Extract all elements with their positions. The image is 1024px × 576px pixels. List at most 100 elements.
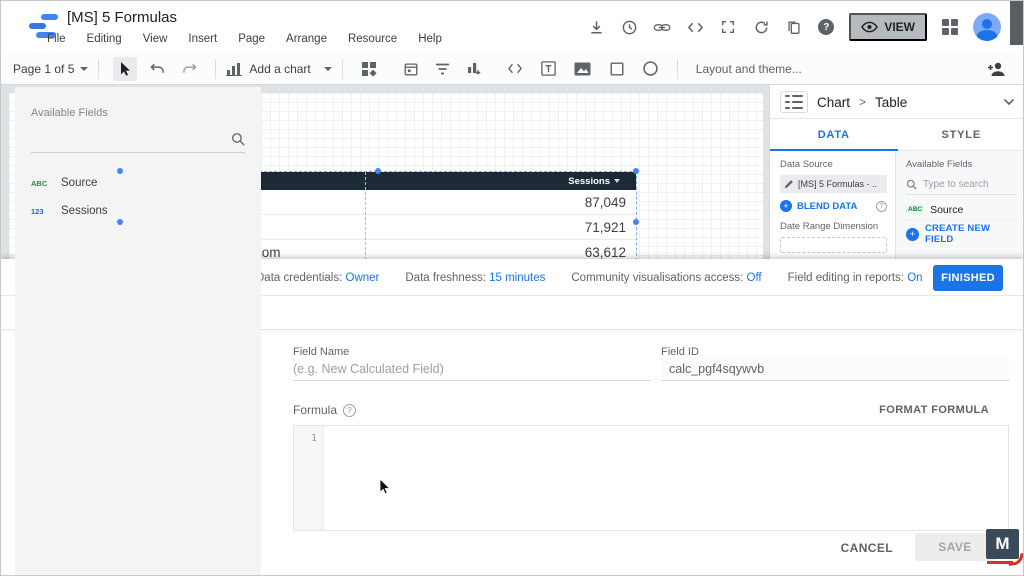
selection-handle[interactable]: [117, 219, 123, 225]
fields-search-input[interactable]: [31, 125, 245, 153]
line-number-gutter: 1: [294, 426, 324, 530]
download-icon[interactable]: [587, 18, 605, 36]
sort-desc-icon: [614, 179, 620, 183]
data-freshness[interactable]: Data freshness: 15 minutes: [392, 272, 558, 284]
date-range-dimension-dropzone[interactable]: [780, 237, 887, 253]
account-avatar[interactable]: [973, 13, 1001, 41]
chevron-down-icon[interactable]: [1003, 98, 1015, 106]
rectangle-tool-icon[interactable]: [605, 57, 629, 81]
column-header-sessions[interactable]: Sessions: [568, 176, 636, 187]
screen-corner-artifact: [1010, 1, 1023, 45]
column-resize-guide[interactable]: [365, 172, 366, 265]
embed-icon[interactable]: [686, 18, 704, 36]
refresh-icon[interactable]: [752, 18, 770, 36]
chart-type-header[interactable]: Chart > Table: [770, 86, 1024, 119]
finished-button[interactable]: FINISHED: [933, 265, 1003, 291]
date-range-dimension-label: Date Range Dimension: [780, 221, 887, 232]
view-button[interactable]: VIEW: [849, 13, 927, 41]
selection-handle[interactable]: [117, 168, 123, 174]
text-type-badge: ABC: [31, 179, 51, 188]
help-icon[interactable]: ?: [818, 19, 834, 35]
tab-data[interactable]: DATA: [770, 119, 898, 150]
formula-help-icon[interactable]: ?: [343, 404, 356, 417]
field-item-source[interactable]: ABC Source: [31, 169, 245, 197]
field-name-input[interactable]: [293, 357, 651, 381]
menu-view[interactable]: View: [143, 33, 168, 45]
add-chart-button[interactable]: Add a chart: [226, 62, 331, 76]
select-cursor-tool[interactable]: [113, 57, 137, 81]
chevron-down-icon: [324, 67, 332, 71]
selection-handle[interactable]: [633, 168, 639, 174]
breadcrumb-chart: Chart: [817, 95, 850, 110]
mouse-cursor: [379, 478, 392, 495]
formula-code-editor[interactable]: 1: [293, 425, 1009, 531]
row-sessions: 63,612: [585, 245, 636, 260]
layout-and-theme-button[interactable]: Layout and theme...: [696, 62, 802, 76]
menu-file[interactable]: File: [47, 33, 66, 45]
search-icon: [906, 179, 917, 190]
version-history-icon[interactable]: [620, 18, 638, 36]
header-actions: ? VIEW: [587, 1, 1001, 53]
selection-handle[interactable]: [375, 168, 381, 174]
image-tool-icon[interactable]: [571, 57, 595, 81]
community-viz-access[interactable]: Community visualisations access: Off: [558, 272, 774, 284]
panel-tabs: DATA STYLE: [770, 119, 1024, 151]
copy-report-icon[interactable]: [785, 18, 803, 36]
available-fields-panel: Available Fields ABC Source 123 Sessions: [15, 87, 261, 575]
cancel-button[interactable]: CANCEL: [841, 541, 893, 555]
blend-data-button[interactable]: + BLEND DATA ?: [780, 200, 887, 212]
menu-insert[interactable]: Insert: [188, 33, 217, 45]
community-visualizations-icon[interactable]: [357, 57, 381, 81]
save-button[interactable]: SAVE: [915, 533, 995, 561]
menu-help[interactable]: Help: [418, 33, 442, 45]
field-editing-in-reports[interactable]: Field editing in reports: On: [775, 272, 936, 284]
share-add-person-icon[interactable]: [987, 61, 1007, 77]
data-credentials[interactable]: Data credentials: Owner: [243, 272, 392, 284]
menu-arrange[interactable]: Arrange: [286, 33, 327, 45]
create-new-field-button[interactable]: + CREATE NEW FIELD: [906, 221, 1017, 247]
page-selector[interactable]: Page 1 of 5: [13, 62, 88, 76]
properties-panel: Chart > Table DATA STYLE Data Source [MS…: [769, 86, 1024, 259]
field-search[interactable]: Type to search: [906, 175, 1017, 195]
apps-grid-icon[interactable]: [942, 19, 958, 35]
menu-editing[interactable]: Editing: [87, 33, 122, 45]
table-chart-icon: [780, 91, 808, 113]
number-type-badge: 123: [31, 207, 51, 216]
report-title[interactable]: [MS] 5 Formulas: [67, 9, 177, 26]
line-number: 1: [311, 433, 317, 444]
field-item-sessions[interactable]: 123 Sessions: [31, 197, 245, 225]
blend-help-icon[interactable]: ?: [876, 201, 887, 212]
data-source-column: Data Source [MS] 5 Formulas - .. + BLEND…: [770, 151, 895, 259]
format-formula-button[interactable]: FORMAT FORMULA: [879, 404, 989, 416]
field-item-source[interactable]: ABC Source: [906, 199, 1017, 221]
menu-page[interactable]: Page: [238, 33, 265, 45]
formula-input-area[interactable]: [324, 426, 1008, 530]
data-source-label: Data Source: [780, 159, 887, 170]
fullscreen-icon[interactable]: [719, 18, 737, 36]
menu-resource[interactable]: Resource: [348, 33, 397, 45]
data-source-chip[interactable]: [MS] 5 Formulas - ..: [780, 175, 887, 193]
selection-handle[interactable]: [633, 219, 639, 225]
url-embed-icon[interactable]: [503, 57, 527, 81]
breadcrumb-type: Table: [875, 95, 907, 110]
pencil-icon[interactable]: [784, 179, 794, 189]
filter-control-icon[interactable]: [431, 57, 455, 81]
link-icon[interactable]: [653, 18, 671, 36]
edit-toolbar: Page 1 of 5 Add a chart: [1, 53, 1023, 85]
undo-icon[interactable]: [145, 57, 169, 81]
text-box-tool-icon[interactable]: [537, 57, 561, 81]
tab-style[interactable]: STYLE: [898, 119, 1024, 150]
measureschool-logo: M: [986, 529, 1019, 559]
redo-icon[interactable]: [177, 57, 201, 81]
data-control-icon[interactable]: [463, 57, 487, 81]
circle-tool-icon[interactable]: [639, 57, 663, 81]
text-type-badge: ABC: [906, 205, 924, 214]
row-sessions: 71,921: [585, 220, 636, 235]
eye-icon: [861, 21, 878, 33]
app-header: [MS] 5 Formulas File Editing View Insert…: [1, 1, 1023, 53]
date-range-control-icon[interactable]: [399, 57, 423, 81]
breadcrumb-separator: >: [859, 95, 866, 109]
formula-label: Formula: [293, 403, 337, 417]
field-id-input[interactable]: [661, 357, 1009, 381]
available-fields-label: Available Fields: [906, 159, 1017, 170]
